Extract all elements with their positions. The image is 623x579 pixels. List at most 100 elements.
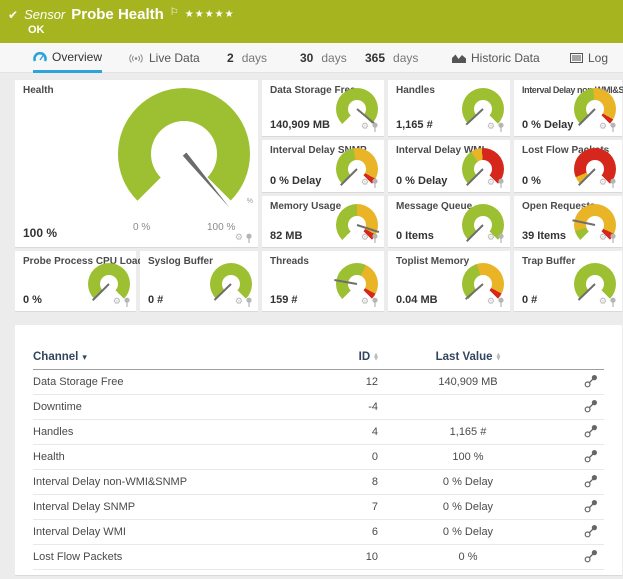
gear-icon[interactable]: ⚙: [235, 234, 243, 243]
tab-2-days[interactable]: 2days: [227, 43, 267, 73]
pin-icon[interactable]: [371, 122, 379, 133]
channel-name[interactable]: Downtime: [33, 395, 318, 420]
channel-settings-icon[interactable]: [584, 449, 598, 463]
pin-icon[interactable]: [371, 233, 379, 244]
channel-name[interactable]: Handles: [33, 420, 318, 445]
channel-settings-icon[interactable]: [584, 474, 598, 488]
gauge-title: Memory Usage: [270, 201, 341, 212]
channel-last-value: 140,909 MB: [378, 370, 558, 395]
table-row[interactable]: Interval Delay non-WMI&SNMP 8 0 % Delay: [33, 470, 604, 495]
channel-settings-icon[interactable]: [584, 524, 598, 538]
tab-30-days[interactable]: 30days: [300, 43, 347, 73]
sort-caret-icon: ▾: [82, 353, 87, 363]
gauge-panel-handles: Handles 1,165 # ⚙: [388, 80, 510, 136]
pin-icon[interactable]: [497, 297, 505, 308]
channel-name[interactable]: Lost Flow Packets: [33, 545, 318, 570]
tab-365-days[interactable]: 365days: [365, 43, 418, 73]
table-row[interactable]: Lost Flow Packets 10 0 %: [33, 545, 604, 570]
object-kind-label: Sensor: [24, 7, 65, 22]
gear-icon[interactable]: ⚙: [599, 298, 607, 307]
status-badge: OK: [28, 24, 613, 36]
channel-settings-icon[interactable]: [584, 499, 598, 513]
gauge-value: 0.04 MB: [396, 294, 438, 306]
channel-name[interactable]: Interval Delay non-WMI&SNMP: [33, 470, 318, 495]
pin-icon[interactable]: [371, 178, 379, 189]
channel-name[interactable]: Data Storage Free: [33, 370, 318, 395]
table-row[interactable]: Interval Delay SNMP 7 0 % Delay: [33, 495, 604, 520]
gauge-value: 0 % Delay: [522, 119, 573, 131]
tab-label: Overview: [52, 50, 102, 64]
channel-last-value: 0 % Delay: [378, 520, 558, 545]
gauge-panel-syslog-buffer: Syslog Buffer 0 # ⚙: [140, 251, 258, 311]
pin-icon[interactable]: [497, 122, 505, 133]
gauge-panel-memory-usage: Memory Usage 82 MB ⚙: [262, 196, 384, 247]
tab-label: Historic Data: [471, 51, 540, 65]
pin-icon[interactable]: [609, 297, 617, 308]
pin-icon[interactable]: [497, 233, 505, 244]
log-icon: [570, 53, 583, 63]
gear-icon[interactable]: ⚙: [487, 234, 495, 243]
sort-arrows-icon: ▲▼: [374, 353, 378, 361]
gauge-value: 0 %: [23, 294, 42, 306]
gear-icon[interactable]: ⚙: [113, 298, 121, 307]
channel-id: 10: [318, 545, 378, 570]
pin-icon[interactable]: [497, 178, 505, 189]
channel-name[interactable]: Health: [33, 445, 318, 470]
gauges-section: Health % 0 % 100 % 100 % ⚙ Data Storage …: [15, 80, 622, 311]
chart-icon: [452, 53, 466, 63]
gear-icon[interactable]: ⚙: [487, 298, 495, 307]
table-row[interactable]: Health 0 100 %: [33, 445, 604, 470]
pin-icon[interactable]: [371, 297, 379, 308]
column-header-channel[interactable]: Channel▾: [33, 351, 318, 370]
gear-icon[interactable]: ⚙: [487, 123, 495, 132]
pin-icon[interactable]: [245, 233, 253, 244]
priority-stars[interactable]: ★★★★★: [185, 9, 235, 20]
table-row[interactable]: Data Storage Free 12 140,909 MB: [33, 370, 604, 395]
channel-settings-icon[interactable]: [584, 399, 598, 413]
channel-name[interactable]: Interval Delay WMI: [33, 520, 318, 545]
gear-icon[interactable]: ⚙: [487, 179, 495, 188]
column-header-last-value[interactable]: Last Value▲▼: [378, 351, 558, 370]
gauge-title: Health: [23, 85, 54, 96]
table-row[interactable]: Interval Delay WMI 6 0 % Delay: [33, 520, 604, 545]
flag-icon[interactable]: ⚐: [170, 7, 179, 18]
column-header-id[interactable]: ID▲▼: [318, 351, 378, 370]
gauge-max-label: 100 %: [207, 222, 235, 233]
gauge-title: Message Queue: [396, 201, 472, 212]
pin-icon[interactable]: [609, 122, 617, 133]
channel-settings-icon[interactable]: [584, 424, 598, 438]
channel-id: 8: [318, 470, 378, 495]
channel-last-value: 0 %: [378, 545, 558, 570]
gauge-min-label: 0 %: [133, 222, 150, 233]
gauge-value: 0 % Delay: [396, 175, 447, 187]
gear-icon[interactable]: ⚙: [235, 298, 243, 307]
gauge-panel-probe-process-cpu-load: Probe Process CPU Load 0 % ⚙: [15, 251, 136, 311]
pin-icon[interactable]: [609, 178, 617, 189]
gauge-value: 0 %: [522, 175, 541, 187]
gear-icon[interactable]: ⚙: [599, 234, 607, 243]
gear-icon[interactable]: ⚙: [599, 179, 607, 188]
channel-last-value: 0 % Delay: [378, 470, 558, 495]
channel-settings-icon[interactable]: [584, 374, 598, 388]
gauge-value: 0 #: [148, 294, 163, 306]
tab-live-data[interactable]: Live Data: [128, 43, 200, 73]
tab-log[interactable]: Log: [570, 43, 608, 73]
live-signal-icon: [128, 53, 144, 64]
table-row[interactable]: Downtime -4: [33, 395, 604, 420]
channel-settings-icon[interactable]: [584, 549, 598, 563]
pin-icon[interactable]: [245, 297, 253, 308]
channel-name[interactable]: Interval Delay SNMP: [33, 495, 318, 520]
table-row[interactable]: Handles 4 1,165 #: [33, 420, 604, 445]
pin-icon[interactable]: [123, 297, 131, 308]
channel-id: 6: [318, 520, 378, 545]
gear-icon[interactable]: ⚙: [361, 298, 369, 307]
gear-icon[interactable]: ⚙: [361, 123, 369, 132]
tab-historic-data[interactable]: Historic Data: [452, 43, 540, 73]
gauge-panel-trap-buffer: Trap Buffer 0 # ⚙: [514, 251, 622, 311]
gear-icon[interactable]: ⚙: [361, 179, 369, 188]
tab-overview[interactable]: Overview: [33, 43, 102, 73]
gear-icon[interactable]: ⚙: [599, 123, 607, 132]
gauge-panel-data-storage-free: Data Storage Free 140,909 MB ⚙: [262, 80, 384, 136]
gear-icon[interactable]: ⚙: [361, 234, 369, 243]
pin-icon[interactable]: [609, 233, 617, 244]
